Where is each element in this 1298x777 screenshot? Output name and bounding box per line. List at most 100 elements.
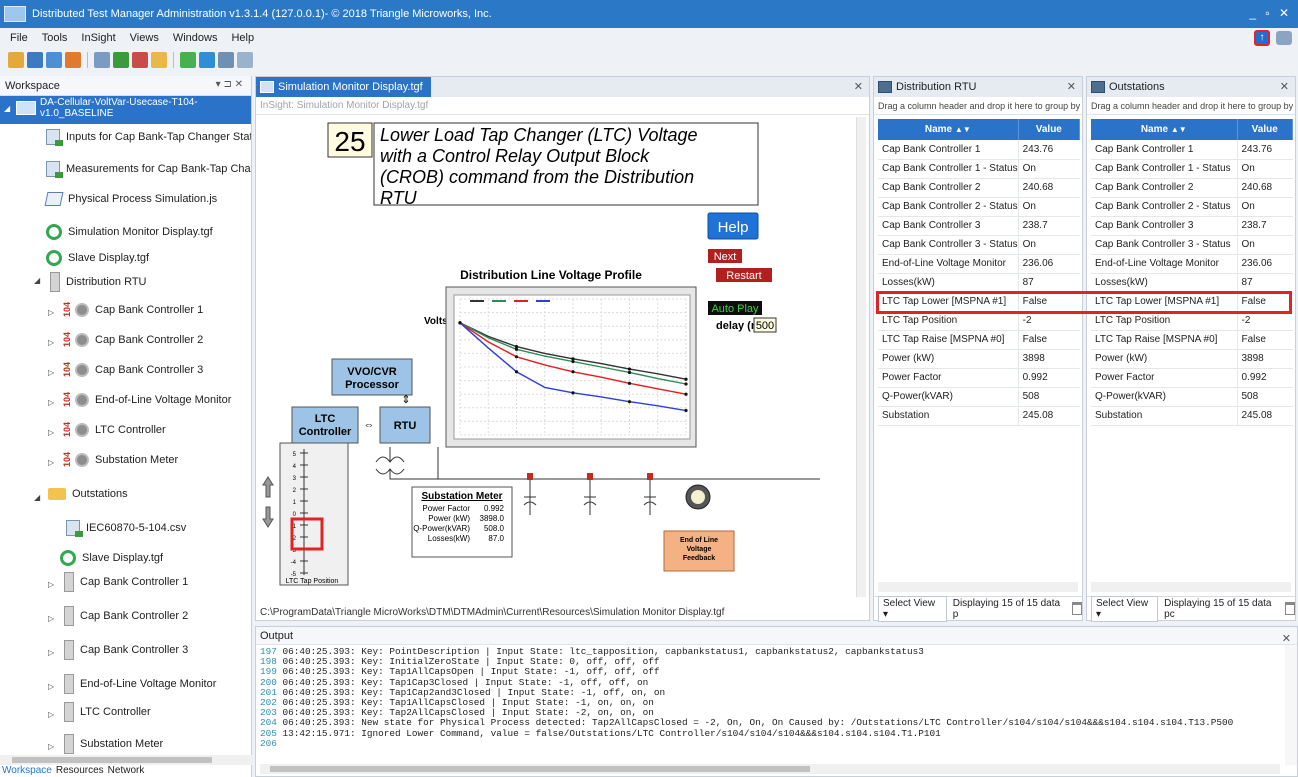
menu-tools[interactable]: Tools	[42, 32, 68, 44]
scroll-thumb[interactable]	[270, 766, 810, 772]
expand-arrow-icon[interactable]: ▷	[48, 710, 54, 719]
sort-filter-icon[interactable]: ▲▼	[955, 125, 971, 134]
expand-arrow-icon[interactable]: ▷	[48, 368, 54, 377]
sort-filter-icon[interactable]: ▲▼	[1171, 125, 1187, 134]
table-row[interactable]: Power Factor 0.992	[1091, 368, 1293, 388]
trash-icon[interactable]	[1285, 602, 1295, 615]
table-row[interactable]: Power (kW) 3898	[1091, 349, 1293, 369]
collapse-arrow-icon[interactable]: ◢	[34, 276, 40, 285]
column-header-name[interactable]: Name ▲▼	[1091, 119, 1238, 140]
collapse-arrow-icon[interactable]: ◢	[4, 104, 10, 113]
table-row[interactable]: Cap Bank Controller 3 - Status On	[1091, 235, 1293, 255]
tree-item-os-cap-bank-2[interactable]: Cap Bank Controller 2	[64, 606, 188, 626]
tree-item-os-cap-bank-1[interactable]: Cap Bank Controller 1	[64, 572, 188, 592]
display-icon[interactable]	[218, 52, 234, 68]
table-row[interactable]: Cap Bank Controller 3 238.7	[878, 216, 1080, 236]
chat-icon[interactable]	[1276, 31, 1292, 45]
tab-outstations[interactable]: Outstations	[1087, 77, 1173, 97]
output-vscrollbar[interactable]	[1285, 645, 1297, 765]
sim-vscrollbar[interactable]	[856, 117, 866, 597]
tap-raise-arrow-icon[interactable]	[262, 476, 274, 498]
tree-item-rtu-cap-bank-2[interactable]: 104 Cap Bank Controller 2	[62, 332, 203, 347]
tree-item-os-substation-meter[interactable]: Substation Meter	[64, 734, 163, 754]
close-icon[interactable]: ✕	[1280, 80, 1289, 93]
table-row[interactable]: Cap Bank Controller 1 243.76	[1091, 140, 1293, 160]
column-header-name[interactable]: Name ▲▼	[878, 119, 1019, 140]
table-row[interactable]: Q-Power(kVAR) 508	[878, 387, 1080, 407]
tree-item-sim-monitor-display[interactable]: Simulation Monitor Display.tgf	[46, 224, 213, 240]
tree-item-rtu-ltc-controller[interactable]: 104 LTC Controller	[62, 422, 166, 437]
tools-icon[interactable]	[94, 52, 110, 68]
tab-network[interactable]: Network	[108, 765, 145, 777]
tree-item-outstations[interactable]: Outstations	[48, 488, 128, 500]
expand-arrow-icon[interactable]: ▷	[48, 648, 54, 657]
tab-distribution-rtu[interactable]: Distribution RTU	[874, 77, 985, 97]
table-row[interactable]: End-of-Line Voltage Monitor 236.06	[1091, 254, 1293, 274]
table-row[interactable]: Cap Bank Controller 3 - Status On	[878, 235, 1080, 255]
tree-item-measurements-csv[interactable]: Measurements for Cap Bank-Tap Changer St	[46, 161, 251, 178]
close-icon[interactable]: ✕	[1067, 80, 1076, 93]
save-all-icon[interactable]	[46, 52, 62, 68]
table-row[interactable]: Losses(kW) 87	[1091, 273, 1293, 293]
rtu-hscrollbar[interactable]	[878, 582, 1078, 592]
tab-workspace[interactable]: Workspace	[2, 765, 52, 777]
panel-pin-icons[interactable]: ▾ ⊐ ✕	[216, 79, 243, 90]
tree-item-physical-process-js[interactable]: Physical Process Simulation.js	[44, 192, 217, 206]
expand-arrow-icon[interactable]: ▷	[48, 580, 54, 589]
expand-arrow-icon[interactable]: ▷	[48, 308, 54, 317]
trash-icon[interactable]	[1072, 602, 1082, 615]
tree-item-rtu-cap-bank-1[interactable]: 104 Cap Bank Controller 1	[62, 302, 203, 317]
table-row[interactable]: Cap Bank Controller 2 240.68	[878, 178, 1080, 198]
table-row[interactable]: Power Factor 0.992	[878, 368, 1080, 388]
expand-arrow-icon[interactable]: ▷	[48, 428, 54, 437]
tree-item-distribution-rtu[interactable]: Distribution RTU	[50, 272, 147, 292]
tree-item-inputs-csv[interactable]: Inputs for Cap Bank-Tap Changer States.c…	[46, 129, 251, 146]
expand-arrow-icon[interactable]: ▷	[48, 338, 54, 347]
menu-help[interactable]: Help	[231, 32, 254, 44]
tree-item-slave-display[interactable]: Slave Display.tgf	[46, 250, 149, 266]
column-header-value[interactable]: Value	[1237, 119, 1293, 140]
table-row[interactable]: End-of-Line Voltage Monitor 236.06	[878, 254, 1080, 274]
table-row[interactable]: Cap Bank Controller 1 - Status On	[878, 159, 1080, 179]
table-row[interactable]: Losses(kW) 87	[878, 273, 1080, 293]
tree-item-rtu-substation-meter[interactable]: 104 Substation Meter	[62, 452, 178, 467]
table-row[interactable]: LTC Tap Raise [MSPNA #0] False	[878, 330, 1080, 350]
deploy-icon[interactable]	[65, 52, 81, 68]
expand-arrow-icon[interactable]: ▷	[48, 398, 54, 407]
select-view-dropdown[interactable]: Select View ▾	[878, 595, 947, 622]
table-row[interactable]: Substation 245.08	[1091, 406, 1293, 426]
menu-insight[interactable]: InSight	[81, 32, 115, 44]
record-icon[interactable]	[132, 52, 148, 68]
expand-arrow-icon[interactable]: ▷	[48, 614, 54, 623]
table-row[interactable]: Power (kW) 3898	[878, 349, 1080, 369]
save-workspace-icon[interactable]	[27, 52, 43, 68]
table-row[interactable]: Cap Bank Controller 1 - Status On	[1091, 159, 1293, 179]
search-icon[interactable]	[199, 52, 215, 68]
script-icon[interactable]	[237, 52, 253, 68]
workspace-root-item[interactable]: ◢ DA-Cellular-VoltVar-Usecase-T104-v1.0_…	[0, 96, 251, 124]
table-row[interactable]: Cap Bank Controller 3 238.7	[1091, 216, 1293, 236]
table-row[interactable]: LTC Tap Raise [MSPNA #0] False	[1091, 330, 1293, 350]
tab-simulation-monitor[interactable]: Simulation Monitor Display.tgf	[256, 77, 431, 97]
expand-arrow-icon[interactable]: ▷	[48, 742, 54, 751]
expand-arrow-icon[interactable]: ▷	[48, 682, 54, 691]
expand-arrow-icon[interactable]: ▷	[48, 458, 54, 467]
select-view-dropdown[interactable]: Select View ▾	[1091, 595, 1159, 622]
column-header-value[interactable]: Value	[1018, 119, 1081, 140]
run-icon[interactable]	[113, 52, 129, 68]
network-icon[interactable]	[151, 52, 167, 68]
tree-item-os-eol-monitor[interactable]: End-of-Line Voltage Monitor	[64, 674, 216, 694]
outstations-hscrollbar[interactable]	[1091, 582, 1291, 592]
tree-item-iec-csv[interactable]: IEC60870-5-104.csv	[66, 520, 186, 537]
tree-item-os-cap-bank-3[interactable]: Cap Bank Controller 3	[64, 640, 188, 660]
open-workspace-icon[interactable]	[8, 52, 24, 68]
collapse-arrow-icon[interactable]: ◢	[34, 493, 40, 502]
menu-windows[interactable]: Windows	[173, 32, 218, 44]
tree-item-outstation-slave-display[interactable]: Slave Display.tgf	[60, 550, 163, 566]
window-controls[interactable]: _ ▫ ✕	[1249, 6, 1292, 20]
table-row[interactable]: Substation 245.08	[878, 406, 1080, 426]
table-row[interactable]: Cap Bank Controller 2 240.68	[1091, 178, 1293, 198]
table-row[interactable]: Cap Bank Controller 2 - Status On	[878, 197, 1080, 217]
tab-resources[interactable]: Resources	[56, 765, 104, 777]
notification-icon[interactable]: ↑	[1254, 30, 1270, 46]
